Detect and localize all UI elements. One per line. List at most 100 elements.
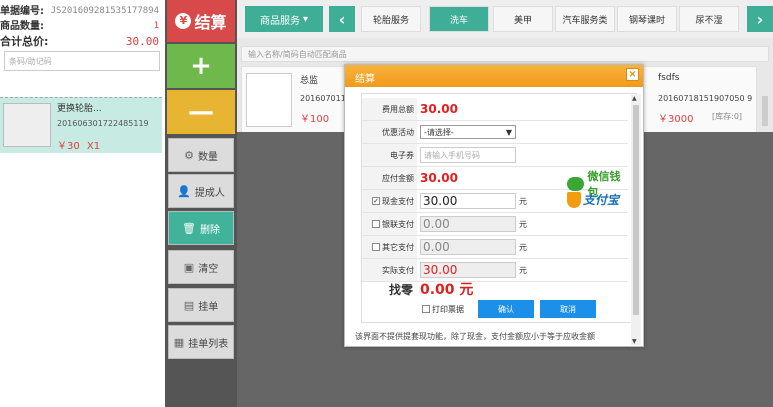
alipay-button[interactable]: 支付宝 <box>567 191 619 208</box>
hang-list-button[interactable]: ▦ 挂单列表 <box>168 325 234 359</box>
scroll-down-icon[interactable]: ▼ <box>632 338 637 345</box>
unionpay-input[interactable]: 0.00 <box>420 216 516 232</box>
order-panel: 单据编号: JS201609281535177894 商品数量: 1 合计总价:… <box>0 0 165 407</box>
dialog-actions: 打印票据 确认 取消 <box>422 300 596 318</box>
hang-button[interactable]: ▤ 挂单 <box>168 288 234 322</box>
prev-category-button[interactable]: ‹ <box>329 6 355 32</box>
unionpay-label: 银联支付 <box>382 219 414 229</box>
checkout-button[interactable]: ¥ 结算 <box>167 0 235 42</box>
calendar-icon: ▤ <box>183 298 195 312</box>
promo-selected: -请选择- <box>424 127 454 137</box>
doc-no-row: 单据编号: JS201609281535177894 <box>0 4 159 19</box>
doc-no-label: 单据编号: <box>0 6 44 17</box>
delete-label: 删除 <box>199 224 220 236</box>
unionpay-unit: 元 <box>519 219 527 229</box>
cart-item-qty: X1 <box>86 141 101 152</box>
cash-input[interactable]: 30.00 <box>420 193 516 209</box>
fee-total-value: 30.00 <box>420 102 458 116</box>
unionpay-row: 银联支付 0.00 元 <box>362 213 628 236</box>
next-category-button[interactable]: › <box>747 6 773 32</box>
scroll-up-icon[interactable]: ▲ <box>632 95 637 102</box>
qty-value: 1 <box>153 21 159 31</box>
ecoupon-row: 电子券 请输入手机号码 <box>362 144 628 167</box>
delete-button[interactable]: 🗑 删除 <box>168 211 234 245</box>
product-scrollbar[interactable] <box>759 82 771 132</box>
payable-row: 应付金额 30.00 微信钱包 <box>362 167 628 199</box>
cart-item-name: 更换轮胎... <box>57 104 102 114</box>
list-icon: ▦ <box>173 335 185 349</box>
category-tab[interactable]: 尿不湿 <box>679 6 739 32</box>
product-image <box>246 73 292 127</box>
quantity-button[interactable]: ⚙ 数量 <box>168 138 234 172</box>
confirm-button[interactable]: 确认 <box>478 300 534 318</box>
qty-row: 商品数量: 1 <box>0 19 159 34</box>
actual-pay-value: 30.00 <box>420 262 516 278</box>
minus-button[interactable]: — <box>167 90 235 134</box>
cart-item-price-value: ￥30 <box>57 141 80 152</box>
clear-button[interactable]: ▣ 清空 <box>168 250 234 284</box>
dialog-title-bar: 结算 × <box>345 65 643 87</box>
category-tab[interactable]: 轮胎服务 <box>361 6 421 32</box>
cash-checkbox[interactable]: ✓ <box>372 197 380 205</box>
other-pay-checkbox[interactable] <box>372 243 380 251</box>
print-receipt-checkbox[interactable] <box>422 305 430 313</box>
total-label: 合计总价: <box>0 35 49 48</box>
category-tab[interactable]: 汽车服务类 <box>555 6 615 32</box>
other-pay-row: 其它支付 0.00 元 <box>362 236 628 259</box>
other-pay-label: 其它支付 <box>382 242 414 252</box>
product-name: 总监 <box>300 76 319 86</box>
category-tab[interactable]: 美甲 <box>493 6 553 32</box>
dialog-scrollbar[interactable]: ▲ ▼ <box>631 95 641 345</box>
ecoupon-label: 电子券 <box>362 144 417 166</box>
ecoupon-input[interactable]: 请输入手机号码 <box>420 147 516 163</box>
payable-value: 30.00 <box>420 171 458 185</box>
close-icon[interactable]: × <box>626 68 639 81</box>
clear-label: 清空 <box>198 263 219 275</box>
commission-button[interactable]: 👤 提成人 <box>168 174 234 208</box>
cart-item[interactable]: 更换轮胎... 201606301722485119 ￥30 X1 <box>0 97 162 153</box>
service-dropdown[interactable]: 商品服务 ▾ <box>245 6 323 32</box>
other-pay-input[interactable]: 0.00 <box>420 239 516 255</box>
cash-label: 现金支付 <box>382 196 414 206</box>
checkout-label: 结算 <box>194 13 227 32</box>
print-receipt-option[interactable]: 打印票据 <box>422 304 464 315</box>
fee-total-row: 费用总额 30.00 <box>362 98 628 121</box>
doc-no-value: JS201609281535177894 <box>50 6 159 16</box>
change-label: 找零 <box>388 282 413 297</box>
product-search-input[interactable]: 输入名称/简码自动匹配商品 <box>241 46 769 62</box>
fee-total-label: 费用总额 <box>362 98 417 120</box>
user-icon: 👤 <box>177 184 191 198</box>
plus-button[interactable]: + <box>167 44 235 88</box>
barcode-input[interactable]: 条码/助记码 <box>4 51 160 71</box>
total-value: 30.00 <box>125 35 159 48</box>
promo-label: 优惠活动 <box>362 121 417 143</box>
other-pay-label-cell: 其它支付 <box>362 236 417 258</box>
product-price: ￥100 <box>300 114 330 125</box>
wechat-icon <box>567 177 584 191</box>
trash-icon: 🗑 <box>182 221 196 235</box>
checkout-dialog: 结算 × 费用总额 30.00 优惠活动 -请选择- ▼ 电子券 请输入手机号码… <box>344 64 644 347</box>
dialog-body: 费用总额 30.00 优惠活动 -请选择- ▼ 电子券 请输入手机号码 应付金额… <box>361 93 637 323</box>
clear-icon: ▣ <box>183 260 195 274</box>
category-tab[interactable]: 钢琴课时 <box>617 6 677 32</box>
category-tab-active[interactable]: 洗车 <box>429 6 489 32</box>
caret-down-icon: ▾ <box>302 13 309 25</box>
cash-row: ✓ 现金支付 30.00 元 支付宝 <box>362 190 628 213</box>
alipay-label: 支付宝 <box>583 193 620 207</box>
change-row: 找零 0.00 元 <box>362 278 628 300</box>
unionpay-checkbox[interactable] <box>372 220 380 228</box>
promo-select[interactable]: -请选择- ▼ <box>420 125 516 139</box>
cart-item-image <box>3 103 51 147</box>
unionpay-label-cell: 银联支付 <box>362 213 417 235</box>
print-receipt-label: 打印票据 <box>432 304 464 314</box>
cash-label-cell: ✓ 现金支付 <box>362 190 417 212</box>
yen-icon: ¥ <box>175 13 192 29</box>
product-code: 20160718151907050 9 <box>658 94 753 103</box>
product-name: fsdfs <box>658 73 680 83</box>
cancel-button[interactable]: 取消 <box>540 300 596 318</box>
cart-item-code: 201606301722485119 <box>57 119 149 128</box>
dialog-note: 该界面不提供提套现功能，除了现金，支付金额应小于等于应收金额 <box>355 332 595 341</box>
change-value: 0.00 元 <box>420 282 474 298</box>
qty-label: 商品数量: <box>0 21 44 32</box>
promo-row: 优惠活动 -请选择- ▼ <box>362 121 628 144</box>
